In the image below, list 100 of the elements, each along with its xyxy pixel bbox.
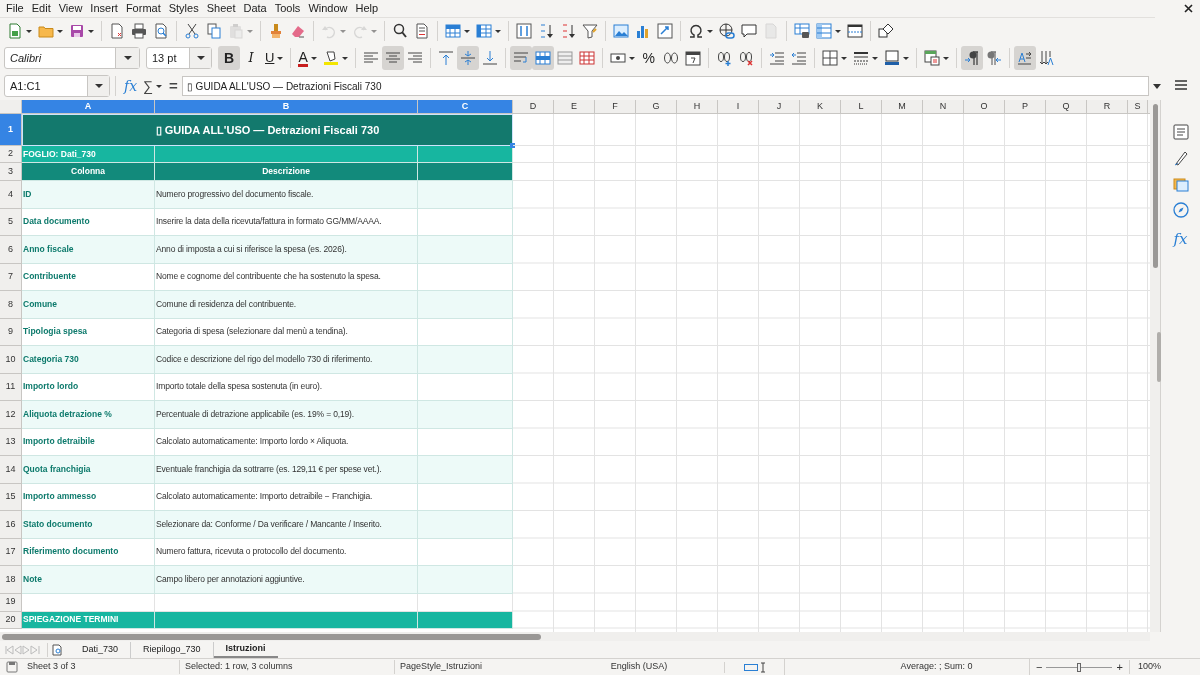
row-header[interactable]: 12 [0, 401, 22, 429]
merge-center-button[interactable] [531, 46, 554, 70]
column-header[interactable]: K [800, 100, 841, 113]
row-header[interactable]: 8 [0, 291, 22, 319]
sort-descending-icon [560, 23, 576, 39]
column-header[interactable]: P [1005, 100, 1046, 113]
description-cell: Importo totale della spesa sostenuta (in euro). [155, 380, 322, 394]
row-header[interactable]: 1 [0, 114, 22, 146]
column-header[interactable]: A [22, 100, 155, 113]
row-header[interactable]: 7 [0, 263, 22, 291]
menu-item[interactable]: Format [121, 0, 165, 17]
row-header[interactable]: 11 [0, 373, 22, 401]
description-cell: Calcolato automaticamente: Importo lordo × Aliquota. [155, 435, 349, 449]
column-header[interactable]: D [513, 100, 554, 113]
globe-link-button[interactable] [716, 20, 738, 42]
menu-item[interactable]: Help [351, 0, 383, 17]
formula-input[interactable]: ▯ GUIDA ALL'USO — Detrazioni Fiscali 730 [181, 76, 1149, 96]
row-header[interactable]: 14 [0, 456, 22, 484]
italic-button[interactable]: I [240, 46, 262, 70]
paragraph-ltr-button[interactable] [960, 46, 983, 70]
description-cell: Nome e cognome del contribuente che ha sostenuto la spesa. [155, 270, 381, 284]
menu-item[interactable]: Sheet [202, 0, 240, 17]
column-header[interactable]: Q [1046, 100, 1087, 113]
percent-button[interactable]: % [637, 46, 660, 70]
column-header[interactable]: J [759, 100, 800, 113]
column-header[interactable]: B [155, 100, 418, 113]
description-cell: Numero progressivo del documento fiscale. [155, 187, 314, 201]
paragraph-ltr-icon [963, 50, 980, 66]
menu-item[interactable]: Styles [164, 0, 203, 17]
column-header[interactable]: M [882, 100, 923, 113]
functions-button[interactable]: fx [1173, 228, 1188, 251]
description-cell: Selezionare da: Conforme / Da verificare / Mancante / Inserito. [155, 517, 382, 531]
sheet-navigation-icon [4, 643, 41, 656]
zoom-slider-thumb[interactable] [1077, 662, 1082, 672]
sheet-tab[interactable]: Istruzioni [213, 641, 278, 658]
menu-item[interactable]: Window [304, 0, 352, 17]
row-header[interactable]: 2 [0, 146, 22, 163]
caret-icon [340, 29, 346, 33]
calendar-icon [684, 50, 701, 66]
horizontal-scrollbar[interactable] [2, 633, 541, 640]
align-middle-button[interactable] [456, 46, 479, 70]
row-header[interactable]: 18 [0, 566, 22, 594]
column-header[interactable]: E [554, 100, 595, 113]
menu-item[interactable]: Edit [27, 0, 55, 17]
row-header[interactable]: 9 [0, 318, 22, 346]
caret-icon [942, 56, 949, 60]
vertical-scrollbar[interactable] [1150, 100, 1160, 632]
zoom-out-button[interactable]: − [1036, 658, 1043, 675]
column-header[interactable]: C [418, 100, 513, 113]
fill-handle[interactable] [510, 143, 515, 148]
column-header[interactable]: F [595, 100, 636, 113]
sheet-tab[interactable]: Dati_730 [70, 641, 132, 658]
bold-button[interactable]: B [218, 46, 240, 70]
border-color-icon [883, 50, 900, 66]
function-wizard-button[interactable]: fx [121, 75, 141, 97]
font-color-button[interactable]: A [295, 46, 320, 70]
column-header[interactable]: G [636, 100, 677, 113]
column-header[interactable]: O [964, 100, 1005, 113]
zoom-in-button[interactable]: + [1116, 658, 1123, 675]
sheet-tab[interactable]: Riepilogo_730 [131, 641, 214, 658]
name-box-text: A1:C1 [9, 78, 42, 94]
font-name-field[interactable]: Calibri [4, 47, 140, 69]
formula-button[interactable]: = [165, 74, 182, 98]
row-header[interactable]: 15 [0, 483, 22, 511]
caret-icon [310, 56, 317, 60]
wrap-text-button[interactable] [509, 46, 532, 70]
sheet-position-text: Sheet 3 of 3 [26, 660, 77, 674]
row-header[interactable]: 17 [0, 538, 22, 566]
caret-icon [341, 56, 348, 60]
field-name-cell: Importo lordo [22, 380, 79, 394]
row-header[interactable]: 6 [0, 236, 22, 264]
menu-item[interactable]: View [54, 0, 87, 17]
row-header[interactable]: 4 [0, 181, 22, 209]
sort-button[interactable] [513, 20, 535, 42]
font-size-field[interactable]: 13 pt [146, 47, 212, 69]
menu-item[interactable]: Tools [270, 0, 305, 17]
column-header[interactable]: S [1128, 100, 1148, 113]
column-header[interactable]: R [1087, 100, 1128, 113]
number-format-icon [662, 50, 679, 66]
name-box[interactable]: A1:C1 [4, 75, 110, 97]
pivot-table-button[interactable] [654, 20, 676, 42]
menu-item[interactable]: Data [239, 0, 271, 17]
column-header[interactable]: I [718, 100, 759, 113]
caret-icon [88, 29, 94, 33]
dropdown-arrow-icon [94, 84, 103, 88]
sum-button[interactable]: ∑ [140, 75, 166, 97]
underline-button[interactable]: U [262, 46, 287, 70]
row-header[interactable]: 3 [0, 163, 22, 181]
column-header[interactable]: N [923, 100, 964, 113]
row-header[interactable]: 5 [0, 208, 22, 236]
text-left-to-right-button[interactable] [1013, 46, 1036, 70]
column-header[interactable]: H [677, 100, 718, 113]
zoom-slider[interactable] [1046, 662, 1113, 672]
menu-item[interactable]: File [2, 0, 28, 17]
row-header[interactable]: 13 [0, 428, 22, 456]
row-header[interactable]: 10 [0, 346, 22, 374]
menu-item[interactable]: Insert [86, 0, 122, 17]
print-preview-icon [153, 23, 169, 39]
row-header[interactable]: 16 [0, 511, 22, 539]
column-header[interactable]: L [841, 100, 882, 113]
